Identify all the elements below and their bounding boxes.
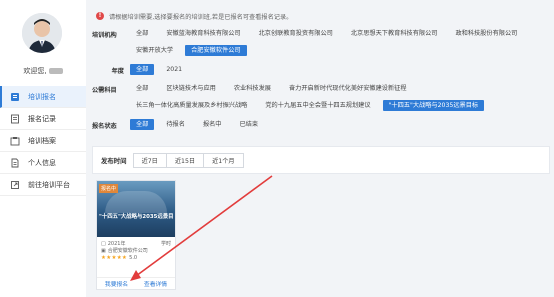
page: 欢迎您, 培训报名 报名记录 培训档案 个人信息 前往培训平台 ! 请根据培训需… (0, 0, 554, 297)
annotation-arrow (130, 175, 273, 281)
